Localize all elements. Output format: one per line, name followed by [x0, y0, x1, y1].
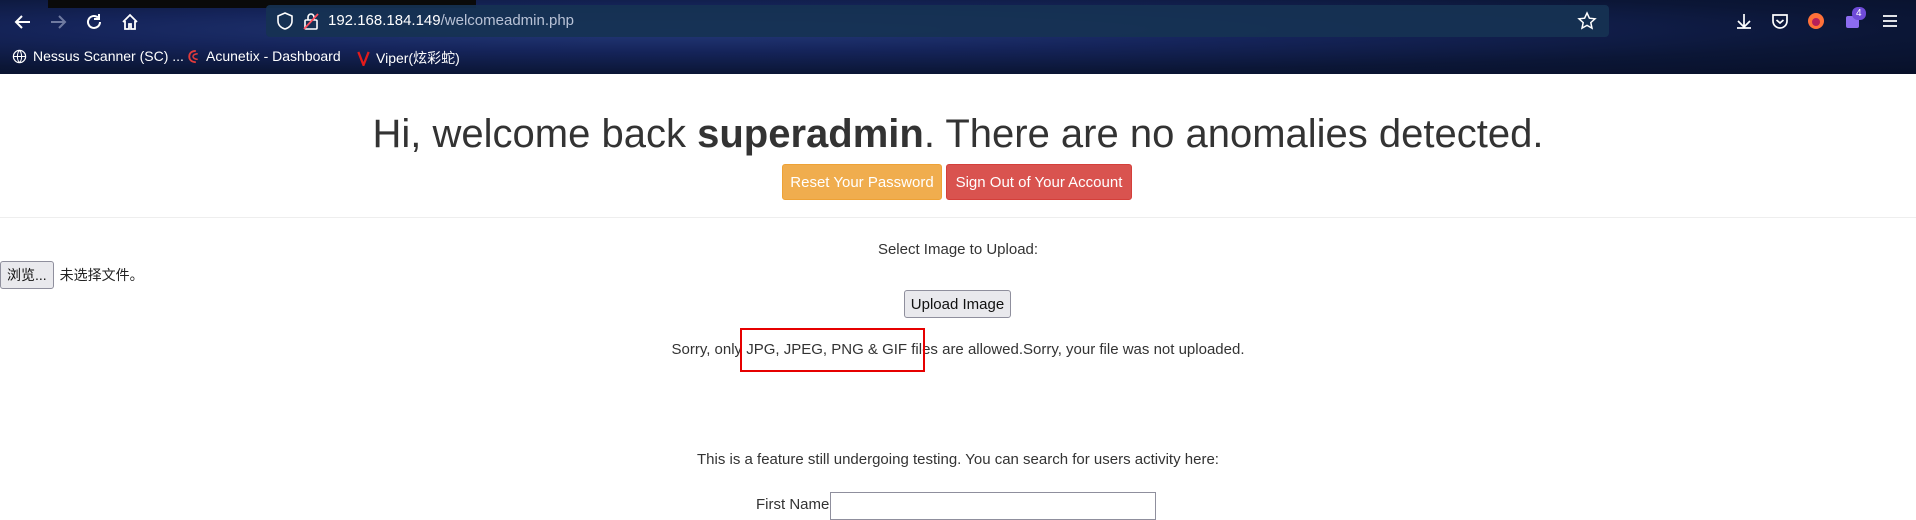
divider — [0, 217, 1916, 218]
reset-password-button[interactable]: Reset Your Password — [782, 164, 942, 200]
select-image-label: Select Image to Upload: — [877, 241, 1039, 258]
acunetix-icon — [188, 49, 198, 63]
welcome-suffix: . There are no anomalies detected. — [923, 112, 1544, 156]
sign-out-button[interactable]: Sign Out of Your Account — [946, 164, 1132, 200]
forward-button[interactable] — [45, 9, 71, 35]
bookmark-acunetix[interactable]: Acunetix - Dashboard — [186, 48, 341, 64]
extension-count-badge: 4 — [1852, 7, 1866, 20]
username: superadmin — [697, 112, 924, 156]
bookmark-viper[interactable]: Viper(炫彩蛇) — [357, 48, 460, 68]
bookmark-label: Nessus Scanner (SC) ... — [33, 48, 184, 64]
bookmark-nessus[interactable]: Nessus Scanner (SC) ... — [12, 48, 184, 64]
firefox-extension-icon[interactable] — [1806, 11, 1826, 31]
home-button[interactable] — [117, 9, 143, 35]
browser-chrome: 192.168.184.149/welcomeadmin.php 4 Nessu… — [0, 0, 1916, 74]
bookmark-label: Viper(炫彩蛇) — [376, 50, 460, 66]
navigation-toolbar: 192.168.184.149/welcomeadmin.php 4 — [0, 0, 1916, 42]
url-text[interactable]: 192.168.184.149/welcomeadmin.php — [328, 12, 574, 29]
globe-icon — [12, 49, 27, 63]
pocket-icon[interactable] — [1770, 11, 1790, 31]
browse-button[interactable]: 浏览... — [0, 261, 54, 289]
annotation-highlight-box — [740, 328, 925, 372]
viper-icon — [357, 51, 370, 66]
upload-image-button[interactable]: Upload Image — [904, 290, 1011, 318]
bookmarks-bar: Nessus Scanner (SC) ... Acunetix - Dashb… — [0, 46, 1916, 68]
address-bar[interactable]: 192.168.184.149/welcomeadmin.php — [266, 5, 1609, 37]
welcome-prefix: Hi, welcome back — [372, 112, 698, 156]
first-name-input[interactable] — [830, 492, 1156, 520]
home-icon — [122, 13, 138, 30]
bookmark-star-icon[interactable] — [1577, 11, 1597, 31]
insecure-lock-icon[interactable] — [302, 12, 320, 30]
reload-button[interactable] — [81, 9, 107, 35]
save-to-pocket-icon[interactable] — [1734, 11, 1754, 31]
testing-notice: This is a feature still undergoing testi… — [697, 451, 1219, 468]
hamburger-menu-icon[interactable] — [1880, 11, 1900, 31]
forward-arrow-icon — [51, 15, 67, 29]
no-file-selected-text: 未选择文件。 — [59, 267, 144, 283]
url-host: 192.168.184.149 — [328, 12, 441, 29]
back-arrow-icon — [14, 15, 30, 29]
first-name-label: First Name: — [756, 496, 834, 513]
upload-error-message: Sorry, only JPG, JPEG, PNG & GIF files a… — [671, 341, 1245, 358]
shield-icon[interactable] — [276, 12, 294, 30]
back-button[interactable] — [10, 9, 36, 35]
page-content: Hi, welcome back superadmin. There are n… — [0, 74, 1916, 520]
reload-icon — [87, 14, 101, 29]
file-input[interactable]: 浏览... 未选择文件。 — [0, 261, 144, 289]
bookmark-label: Acunetix - Dashboard — [206, 48, 341, 64]
welcome-heading: Hi, welcome back superadmin. There are n… — [0, 112, 1916, 157]
url-path: /welcomeadmin.php — [440, 12, 575, 29]
